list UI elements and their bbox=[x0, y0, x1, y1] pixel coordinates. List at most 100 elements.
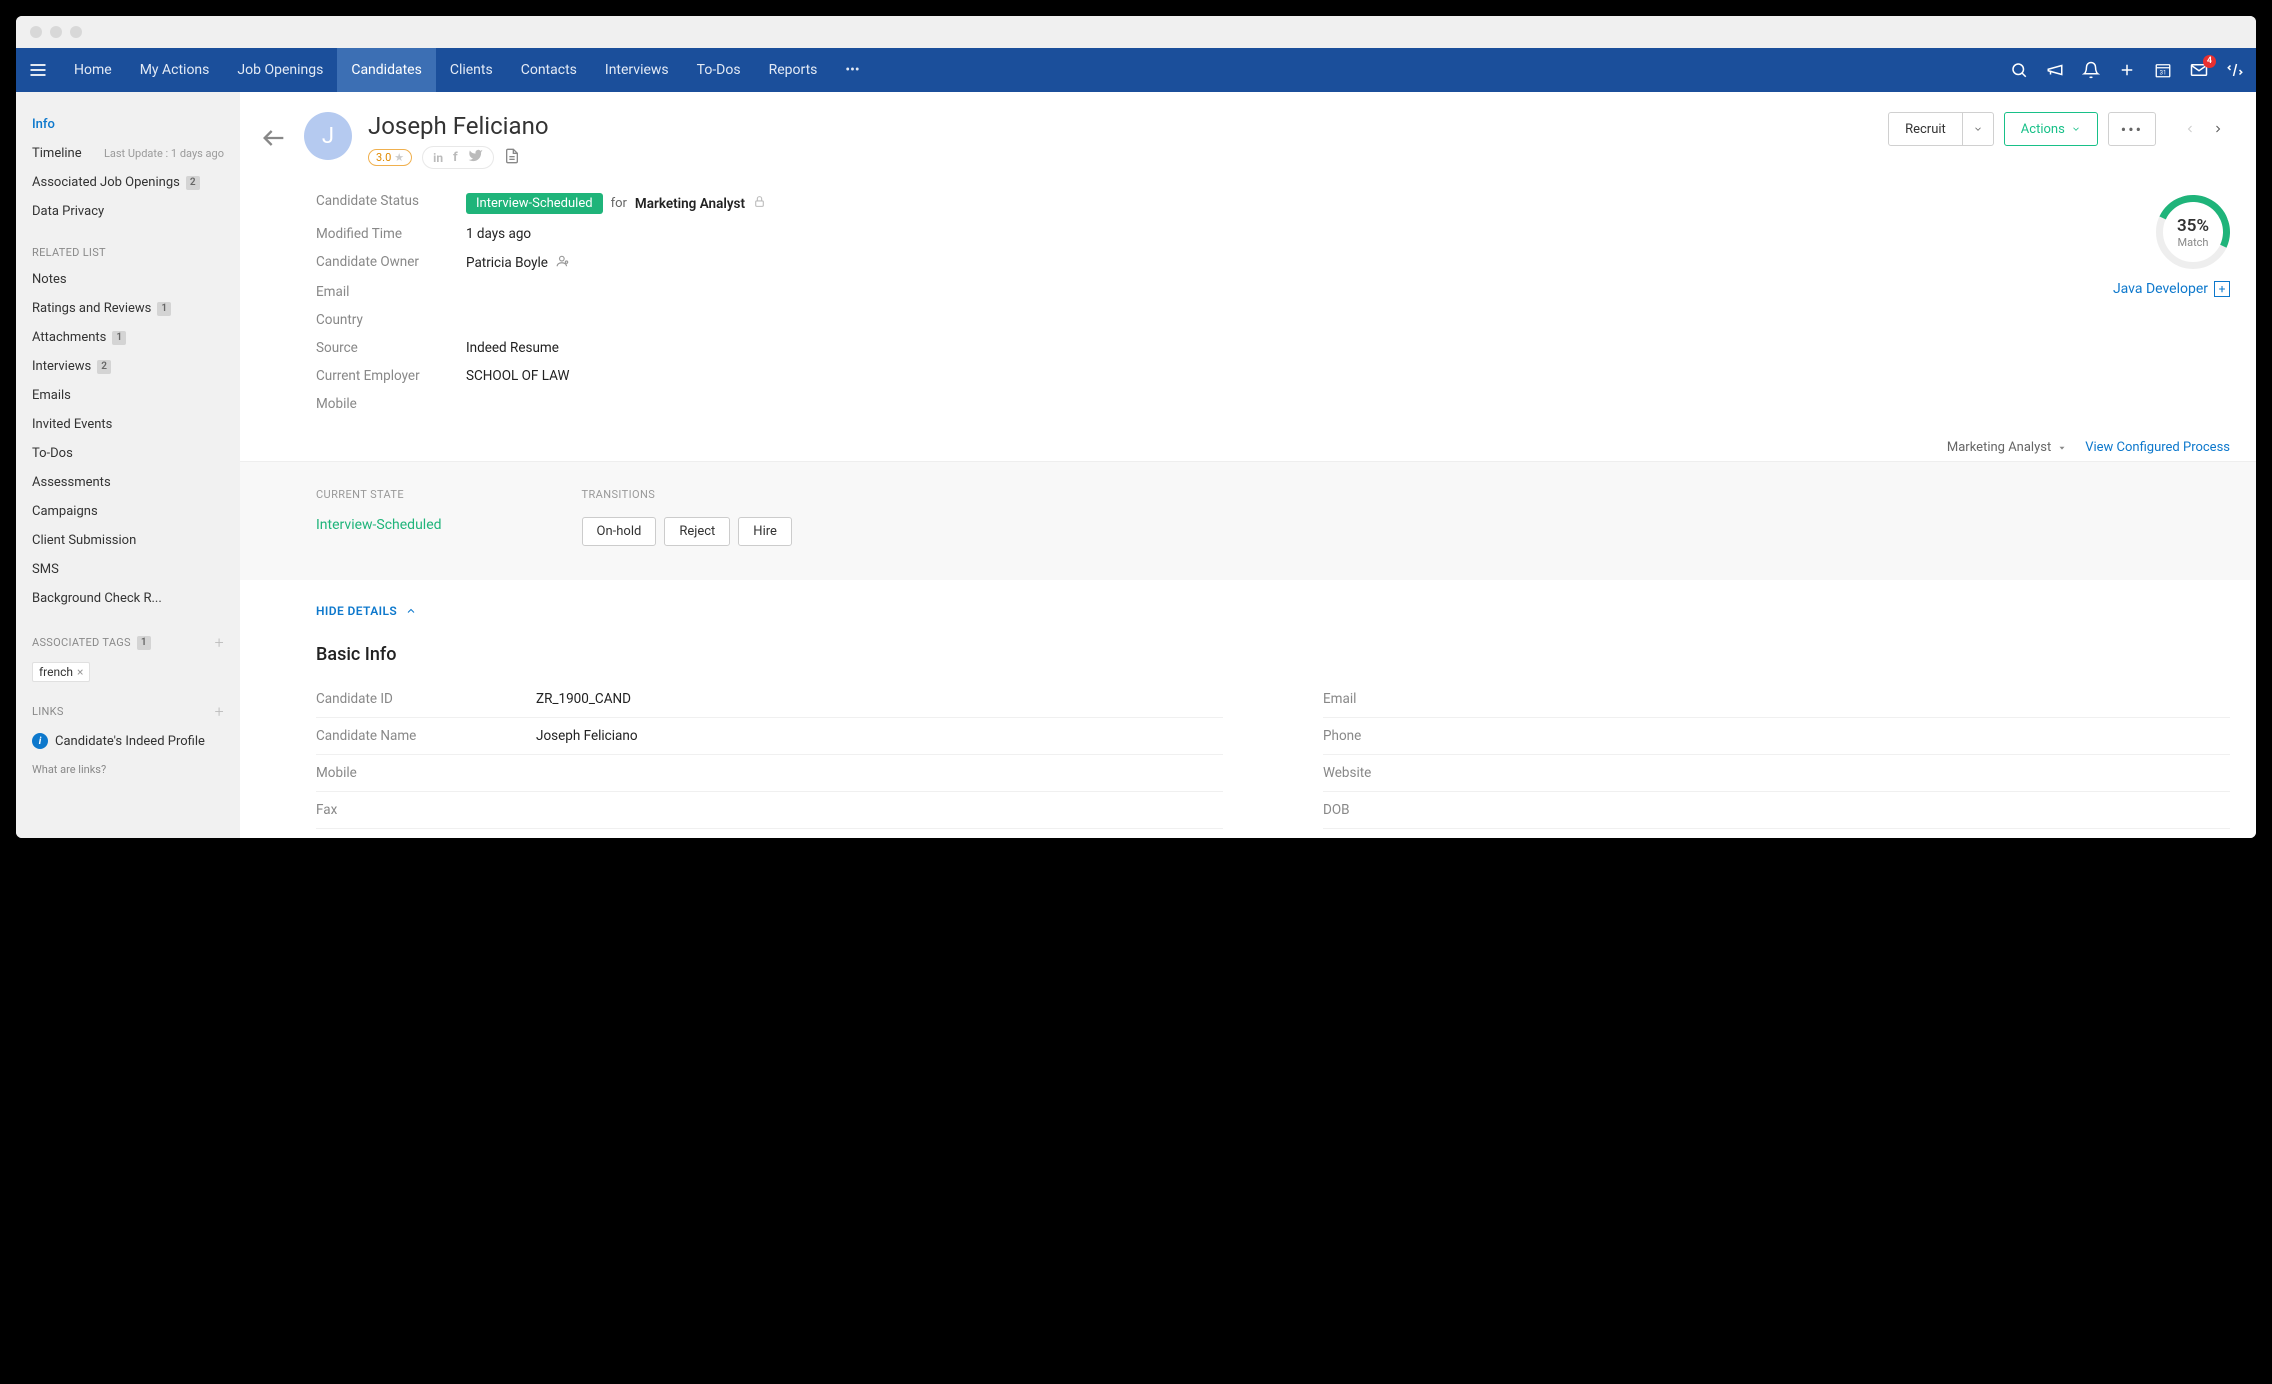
nav-more[interactable]: ••• bbox=[831, 48, 873, 92]
chevron-down-icon[interactable] bbox=[1962, 113, 1993, 145]
svg-text:31: 31 bbox=[2160, 70, 2167, 77]
transitions: TRANSITIONS On-hold Reject Hire bbox=[582, 488, 792, 546]
related-interviews[interactable]: Interviews2 bbox=[32, 352, 224, 381]
traffic-light-zoom[interactable] bbox=[70, 26, 82, 38]
add-link-icon[interactable]: + bbox=[215, 702, 224, 721]
match-label: Match bbox=[2177, 236, 2208, 249]
setup-icon[interactable] bbox=[2226, 61, 2244, 79]
hamburger-icon[interactable] bbox=[28, 60, 48, 80]
header-actions: Recruit Actions ••• bbox=[1888, 112, 2230, 146]
back-icon[interactable] bbox=[260, 124, 288, 152]
nav-interviews[interactable]: Interviews bbox=[591, 48, 683, 92]
related-sms[interactable]: SMS bbox=[32, 555, 224, 584]
basic-col-right: Email Phone Website DOB Priorities bbox=[1323, 681, 2230, 838]
prev-icon[interactable] bbox=[2178, 117, 2202, 141]
match-role[interactable]: Java Developer + bbox=[2050, 281, 2230, 297]
sidebar-assoc-jobs[interactable]: Associated Job Openings 2 bbox=[32, 168, 224, 197]
actions-button[interactable]: Actions bbox=[2004, 112, 2098, 146]
sidebar-assoc-jobs-label: Associated Job Openings bbox=[32, 175, 180, 190]
recruit-button[interactable]: Recruit bbox=[1888, 112, 1994, 146]
nav-clients[interactable]: Clients bbox=[436, 48, 507, 92]
related-ratings[interactable]: Ratings and Reviews1 bbox=[32, 294, 224, 323]
mail-icon[interactable]: 4 bbox=[2190, 61, 2208, 79]
label: Candidate Status bbox=[316, 193, 466, 214]
traffic-light-close[interactable] bbox=[30, 26, 42, 38]
related-emails[interactable]: Emails bbox=[32, 381, 224, 410]
add-match-icon[interactable]: + bbox=[2214, 281, 2230, 297]
related-client-submission[interactable]: Client Submission bbox=[32, 526, 224, 555]
megaphone-icon[interactable] bbox=[2046, 61, 2064, 79]
social-icons: in f bbox=[422, 146, 494, 169]
nav-job-openings[interactable]: Job Openings bbox=[223, 48, 337, 92]
nav-reports[interactable]: Reports bbox=[755, 48, 832, 92]
process-job-dropdown[interactable]: Marketing Analyst bbox=[1947, 440, 2067, 455]
traffic-light-minimize[interactable] bbox=[50, 26, 62, 38]
match-percent: 35% bbox=[2177, 216, 2209, 236]
info-left: Candidate Status Interview-Scheduled for… bbox=[316, 187, 2010, 418]
current-state: CURRENT STATE Interview-Scheduled bbox=[316, 488, 442, 546]
sidebar-timeline-label: Timeline bbox=[32, 146, 82, 161]
related-invited-events[interactable]: Invited Events bbox=[32, 410, 224, 439]
nav-to-dos[interactable]: To-Dos bbox=[683, 48, 755, 92]
lock-icon bbox=[753, 195, 766, 212]
chevron-down-icon bbox=[2057, 443, 2067, 453]
related-attachments[interactable]: Attachments1 bbox=[32, 323, 224, 352]
nav-right: 31 4 bbox=[2010, 61, 2244, 79]
nav-contacts[interactable]: Contacts bbox=[507, 48, 591, 92]
more-button[interactable]: ••• bbox=[2108, 112, 2156, 146]
link-indeed-profile[interactable]: i Candidate's Indeed Profile bbox=[32, 727, 224, 755]
links-help[interactable]: What are links? bbox=[32, 763, 224, 776]
process-row: Marketing Analyst View Configured Proces… bbox=[240, 434, 2256, 455]
sidebar-info[interactable]: Info bbox=[32, 110, 224, 139]
linkedin-icon[interactable]: in bbox=[433, 151, 443, 165]
nav-candidates[interactable]: Candidates bbox=[337, 48, 436, 92]
twitter-icon[interactable] bbox=[468, 148, 483, 167]
transition-buttons: On-hold Reject Hire bbox=[582, 517, 792, 546]
main-content: J Joseph Feliciano 3.0 ★ in f bbox=[240, 92, 2256, 838]
bell-icon[interactable] bbox=[2082, 61, 2100, 79]
current-state-value: Interview-Scheduled bbox=[316, 517, 442, 533]
sidebar-assoc-jobs-count: 2 bbox=[186, 176, 200, 190]
plus-icon[interactable] bbox=[2118, 61, 2136, 79]
facebook-icon[interactable]: f bbox=[453, 150, 458, 165]
basic-col-left: Candidate IDZR_1900_CAND Candidate NameJ… bbox=[316, 681, 1223, 838]
candidate-name: Joseph Feliciano bbox=[368, 112, 1872, 140]
related-todos[interactable]: To-Dos bbox=[32, 439, 224, 468]
hide-details-toggle[interactable]: HIDE DETAILS bbox=[240, 580, 2256, 628]
add-tag-icon[interactable]: + bbox=[215, 633, 224, 652]
nav-my-actions[interactable]: My Actions bbox=[126, 48, 224, 92]
recruit-label: Recruit bbox=[1889, 122, 1962, 137]
current-state-label: CURRENT STATE bbox=[316, 488, 442, 501]
calendar-icon[interactable]: 31 bbox=[2154, 61, 2172, 79]
nav-home[interactable]: Home bbox=[60, 48, 126, 92]
transition-hire[interactable]: Hire bbox=[738, 517, 792, 546]
pager bbox=[2178, 117, 2230, 141]
view-process-link[interactable]: View Configured Process bbox=[2085, 440, 2230, 455]
user-icon bbox=[556, 254, 570, 272]
tag-chip[interactable]: french × bbox=[32, 662, 90, 682]
mail-badge: 4 bbox=[2203, 55, 2216, 68]
rating-badge[interactable]: 3.0 ★ bbox=[368, 149, 412, 166]
transition-onhold[interactable]: On-hold bbox=[582, 517, 657, 546]
chevron-down-icon bbox=[2071, 124, 2081, 134]
transition-reject[interactable]: Reject bbox=[664, 517, 730, 546]
related-notes[interactable]: Notes bbox=[32, 265, 224, 294]
status-pill: Interview-Scheduled bbox=[466, 193, 603, 214]
related-campaigns[interactable]: Campaigns bbox=[32, 497, 224, 526]
search-icon[interactable] bbox=[2010, 61, 2028, 79]
indeed-icon: i bbox=[32, 733, 48, 749]
file-icon[interactable] bbox=[504, 147, 520, 169]
links-header: LINKS + bbox=[32, 702, 224, 721]
job-role: Marketing Analyst bbox=[635, 196, 745, 212]
sidebar-timeline[interactable]: Timeline Last Update : 1 days ago bbox=[32, 139, 224, 168]
header-row: J Joseph Feliciano 3.0 ★ in f bbox=[240, 92, 2256, 179]
transitions-label: TRANSITIONS bbox=[582, 488, 792, 501]
value-status: Interview-Scheduled for Marketing Analys… bbox=[466, 193, 766, 214]
top-nav: Home My Actions Job Openings Candidates … bbox=[16, 48, 2256, 92]
tag-remove-icon[interactable]: × bbox=[77, 665, 83, 679]
related-assessments[interactable]: Assessments bbox=[32, 468, 224, 497]
next-icon[interactable] bbox=[2206, 117, 2230, 141]
tags-header: ASSOCIATED TAGS 1 + bbox=[32, 633, 224, 652]
related-bgcheck[interactable]: Background Check R... bbox=[32, 584, 224, 613]
sidebar-data-privacy[interactable]: Data Privacy bbox=[32, 197, 224, 226]
